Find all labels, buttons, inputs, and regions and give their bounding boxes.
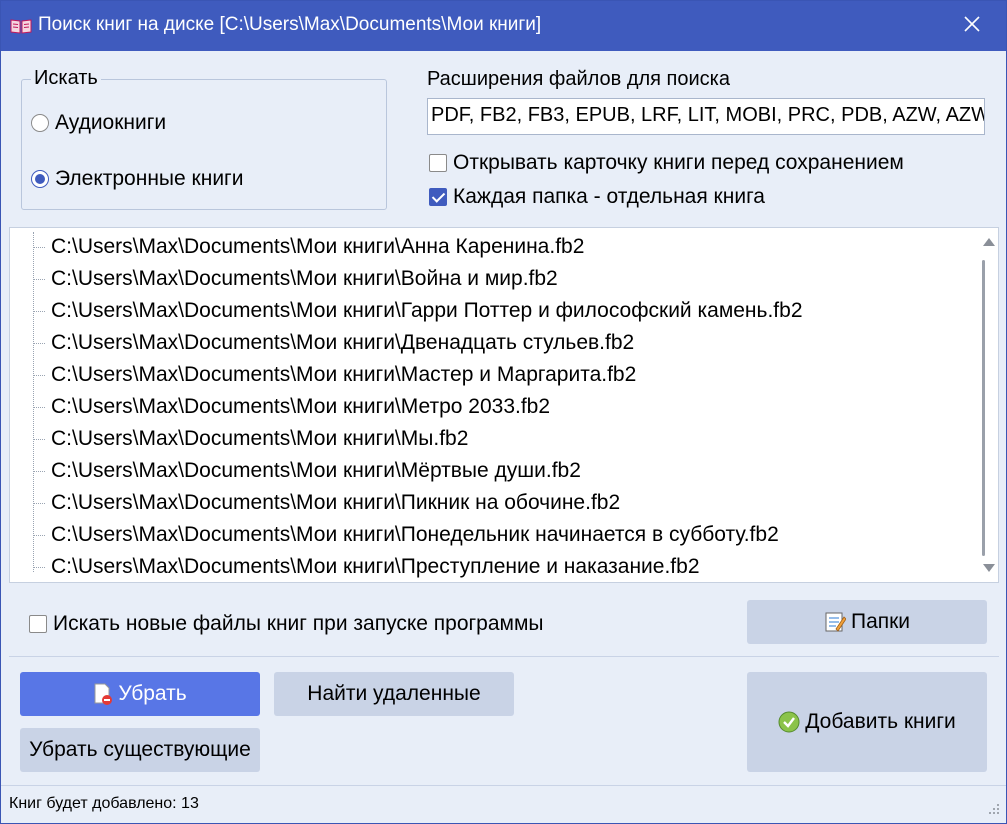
divider	[9, 656, 999, 657]
open-card-label: Открывать карточку книги перед сохранени…	[453, 151, 904, 174]
check-circle-icon	[778, 711, 800, 733]
add-books-button-label: Добавить книги	[805, 710, 956, 733]
scroll-up-icon[interactable]	[983, 238, 995, 246]
remove-existing-button[interactable]: Убрать существующие	[20, 728, 260, 772]
scroll-thumb[interactable]	[982, 260, 985, 556]
radio-ebooks[interactable]: Электронные книги	[31, 167, 243, 191]
status-divider	[1, 785, 1006, 786]
extensions-input[interactable]: PDF, FB2, FB3, EPUB, LRF, LIT, MOBI, PRC…	[427, 98, 985, 135]
each-folder-label: Каждая папка - отдельная книга	[453, 185, 765, 208]
list-item[interactable]: C:\Users\Max\Documents\Мои книги\Мёртвые…	[33, 455, 581, 487]
close-button[interactable]	[941, 1, 1003, 51]
remove-button-label: Убрать	[118, 682, 187, 705]
each-folder-option[interactable]: Каждая папка - отдельная книга	[429, 185, 765, 209]
window-title: Поиск книг на диске [C:\Users\Max\Docume…	[38, 14, 542, 35]
list-scrollbar[interactable]	[980, 228, 998, 582]
find-deleted-button-label: Найти удаленные	[307, 682, 481, 705]
file-path: C:\Users\Max\Documents\Мои книги\Понедел…	[51, 523, 779, 546]
startup-search-label: Искать новые файлы книг при запуске прог…	[53, 612, 544, 635]
list-item[interactable]: C:\Users\Max\Documents\Мои книги\Мы.fb2	[33, 423, 468, 455]
list-item[interactable]: C:\Users\Max\Documents\Мои книги\Двенадц…	[33, 327, 634, 359]
file-list[interactable]: C:\Users\Max\Documents\Мои книги\Анна Ка…	[9, 227, 999, 583]
file-path: C:\Users\Max\Documents\Мои книги\Двенадц…	[51, 331, 635, 354]
book-search-dialog: Поиск книг на диске [C:\Users\Max\Docume…	[0, 0, 1007, 824]
scroll-down-icon[interactable]	[983, 564, 995, 572]
folders-button[interactable]: Папки	[747, 600, 987, 644]
remove-button[interactable]: Убрать	[20, 672, 260, 716]
folders-button-label: Папки	[850, 610, 911, 633]
search-type-legend: Искать	[31, 67, 101, 90]
file-path: C:\Users\Max\Documents\Мои книги\Мёртвые…	[51, 459, 581, 482]
file-path: C:\Users\Max\Documents\Мои книги\Пикник …	[51, 491, 621, 514]
title-bar: Поиск книг на диске [C:\Users\Max\Docume…	[1, 1, 1006, 51]
add-books-button[interactable]: Добавить книги	[747, 672, 987, 772]
remove-doc-icon	[93, 683, 113, 705]
status-text: Книг будет добавлено: 13	[9, 795, 199, 812]
file-path: C:\Users\Max\Documents\Мои книги\Мастер …	[51, 363, 637, 386]
list-item[interactable]: C:\Users\Max\Documents\Мои книги\Гарри П…	[33, 295, 803, 327]
startup-search-checkbox[interactable]	[29, 615, 47, 633]
radio-ebooks-indicator[interactable]	[31, 170, 49, 188]
remove-existing-button-label: Убрать существующие	[29, 738, 251, 761]
open-card-checkbox[interactable]	[429, 154, 447, 172]
radio-ebooks-label: Электронные книги	[55, 167, 244, 190]
file-path: C:\Users\Max\Documents\Мои книги\Анна Ка…	[51, 235, 585, 258]
list-item[interactable]: C:\Users\Max\Documents\Мои книги\Понедел…	[33, 519, 779, 551]
startup-search-option[interactable]: Искать новые файлы книг при запуске прог…	[29, 612, 544, 636]
list-item[interactable]: C:\Users\Max\Documents\Мои книги\Пикник …	[33, 487, 620, 519]
extensions-label: Расширения файлов для поиска	[427, 68, 730, 90]
close-icon	[963, 15, 981, 38]
radio-audiobooks[interactable]: Аудиокниги	[31, 111, 166, 135]
open-card-option[interactable]: Открывать карточку книги перед сохранени…	[429, 151, 904, 175]
folder-list-icon	[824, 611, 846, 633]
file-path: C:\Users\Max\Documents\Мои книги\Война и…	[51, 267, 558, 290]
list-item[interactable]: C:\Users\Max\Documents\Мои книги\Метро 2…	[33, 391, 550, 423]
file-path: C:\Users\Max\Documents\Мои книги\Метро 2…	[51, 395, 551, 418]
list-item[interactable]: C:\Users\Max\Documents\Мои книги\Преступ…	[33, 551, 700, 582]
file-path: C:\Users\Max\Documents\Мои книги\Преступ…	[51, 555, 700, 578]
each-folder-checkbox[interactable]	[429, 188, 447, 206]
find-deleted-button[interactable]: Найти удаленные	[274, 672, 514, 716]
book-icon	[10, 18, 32, 34]
list-item[interactable]: C:\Users\Max\Documents\Мои книги\Война и…	[33, 263, 558, 295]
resize-grip-icon[interactable]	[986, 801, 1000, 815]
radio-audiobooks-label: Аудиокниги	[55, 111, 167, 134]
list-item[interactable]: C:\Users\Max\Documents\Мои книги\Мастер …	[33, 359, 636, 391]
file-path: C:\Users\Max\Documents\Мои книги\Мы.fb2	[51, 427, 469, 450]
radio-audiobooks-indicator[interactable]	[31, 114, 49, 132]
file-path: C:\Users\Max\Documents\Мои книги\Гарри П…	[51, 299, 803, 322]
list-item[interactable]: C:\Users\Max\Documents\Мои книги\Анна Ка…	[33, 231, 584, 263]
